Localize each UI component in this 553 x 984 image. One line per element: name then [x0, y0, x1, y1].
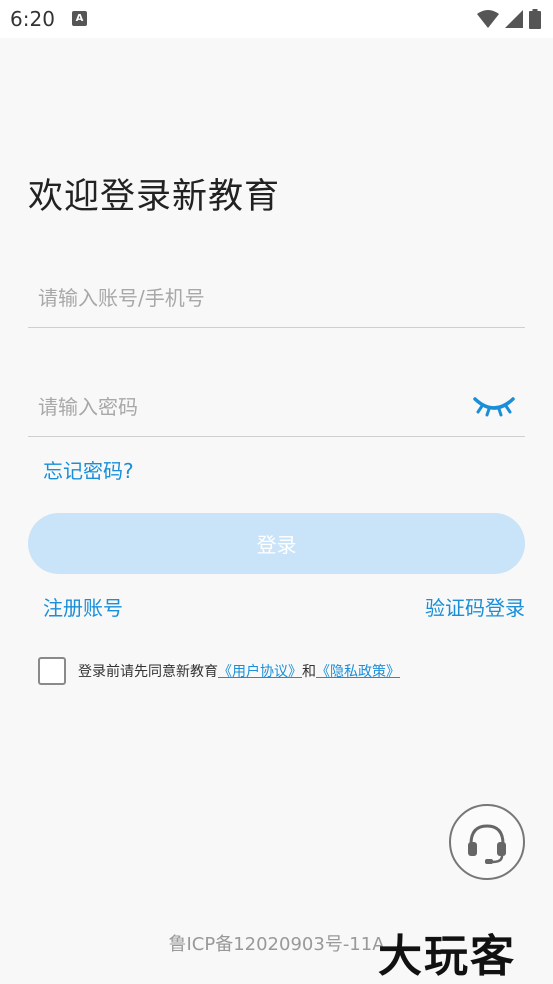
status-time: 6:20: [10, 7, 55, 31]
wifi-icon: [477, 10, 499, 28]
account-input[interactable]: [38, 278, 458, 318]
customer-service-button[interactable]: [449, 804, 525, 880]
password-input[interactable]: [38, 387, 458, 427]
privacy-policy-link[interactable]: 《隐私政策》: [316, 661, 400, 681]
register-link[interactable]: 注册账号: [43, 592, 123, 621]
agreement-checkbox[interactable]: [38, 657, 66, 685]
page-title: 欢迎登录新教育: [28, 177, 281, 217]
password-field: [28, 377, 525, 437]
account-field: [28, 268, 525, 328]
user-agreement-link[interactable]: 《用户协议》: [218, 661, 302, 681]
login-button[interactable]: 登录: [28, 513, 525, 574]
signal-icon: [505, 10, 523, 28]
watermark: 大玩客: [378, 931, 516, 982]
notification-a-icon: A: [72, 11, 87, 26]
agreement-prefix: 登录前请先同意新教育: [78, 664, 218, 680]
battery-icon: [529, 9, 541, 29]
eye-closed-icon[interactable]: [473, 393, 515, 417]
agreement-conjunction: 和: [302, 664, 316, 680]
agreement-row: 登录前请先同意新教育 《用户协议》 和 《隐私政策》: [38, 657, 400, 685]
headset-icon: [468, 824, 506, 864]
sms-login-link[interactable]: 验证码登录: [425, 592, 525, 621]
forgot-password-link[interactable]: 忘记密码?: [43, 455, 134, 484]
status-bar: 6:20 A: [0, 0, 553, 38]
status-icons: [477, 9, 541, 29]
